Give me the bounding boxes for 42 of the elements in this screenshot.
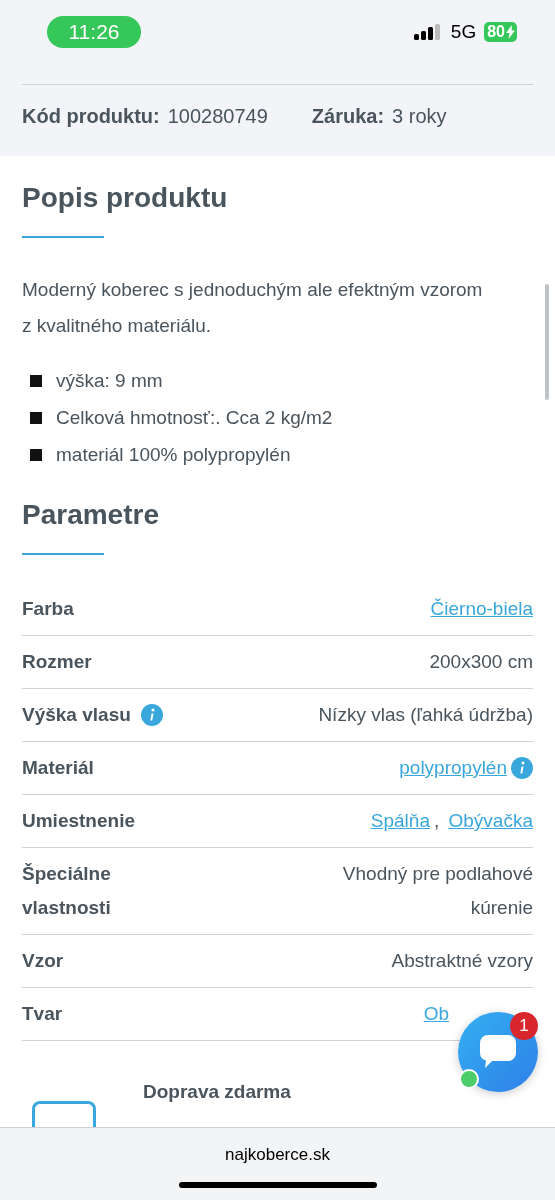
benefit-title: Doprava zdarma: [143, 1081, 291, 1104]
bullet-text: Celková hmotnosť:. Cca 2 kg/m2: [56, 406, 333, 429]
parameter-label: Vzor: [22, 949, 64, 973]
notification-badge: 1: [510, 1012, 538, 1040]
signal-icon: [413, 24, 441, 40]
parameter-value: Nízky vlas (ľahká údržba): [318, 703, 533, 727]
bullet-text: materiál 100% polypropylén: [56, 443, 291, 466]
info-label: Kód produktu:: [22, 105, 160, 128]
parameter-link[interactable]: polypropylén: [399, 751, 507, 785]
parameter-value: Vhodný pre podlahové kúrenie: [341, 862, 533, 920]
parameter-label: Tvar: [22, 1002, 63, 1026]
info-icon[interactable]: [140, 704, 163, 726]
parameter-label: Umiestnenie: [22, 809, 135, 833]
info-value: 3 roky: [392, 105, 447, 128]
battery-icon: 80: [484, 22, 517, 42]
parameter-link[interactable]: Spálňa: [370, 804, 430, 838]
parameter-label: Farba: [22, 597, 74, 621]
separator-text: ,: [433, 809, 441, 833]
parameter-label: Materiál: [22, 756, 94, 780]
network-label: 5G: [450, 21, 477, 43]
info-icon[interactable]: [511, 757, 533, 779]
bullet-icon: [30, 411, 42, 424]
parameter-link[interactable]: Ob: [423, 997, 449, 1031]
parameter-value: Abstraktné vzory: [391, 949, 533, 973]
parameter-label: Špeciálne vlastnosti: [22, 862, 112, 920]
chat-icon: [480, 1035, 516, 1069]
info-value: 100280749: [167, 105, 268, 128]
section-heading: Popis produktu: [22, 181, 229, 214]
description-text: Moderný koberec s jednoduchým ale efektným vzorom z kvalitného materiálu.: [22, 278, 484, 338]
parameter-value: 200x300 cm: [429, 650, 533, 674]
parameter-label: Rozmer: [22, 650, 92, 674]
section-heading: Parametre: [22, 498, 160, 531]
scrollbar[interactable]: [545, 284, 549, 400]
status-time: 11:26: [47, 15, 141, 48]
parameter-link[interactable]: Obývačka: [448, 804, 533, 838]
parameter-label: Výška vlasu: [22, 703, 131, 727]
bullet-text: výška: 9 mm: [56, 369, 163, 392]
bullet-icon: [30, 374, 42, 387]
parameter-link[interactable]: Čierno-biela: [430, 592, 533, 626]
bullet-icon: [30, 448, 42, 461]
info-label: Záruka:: [311, 105, 385, 128]
address-bar-url[interactable]: najkoberce.sk: [225, 1145, 330, 1165]
